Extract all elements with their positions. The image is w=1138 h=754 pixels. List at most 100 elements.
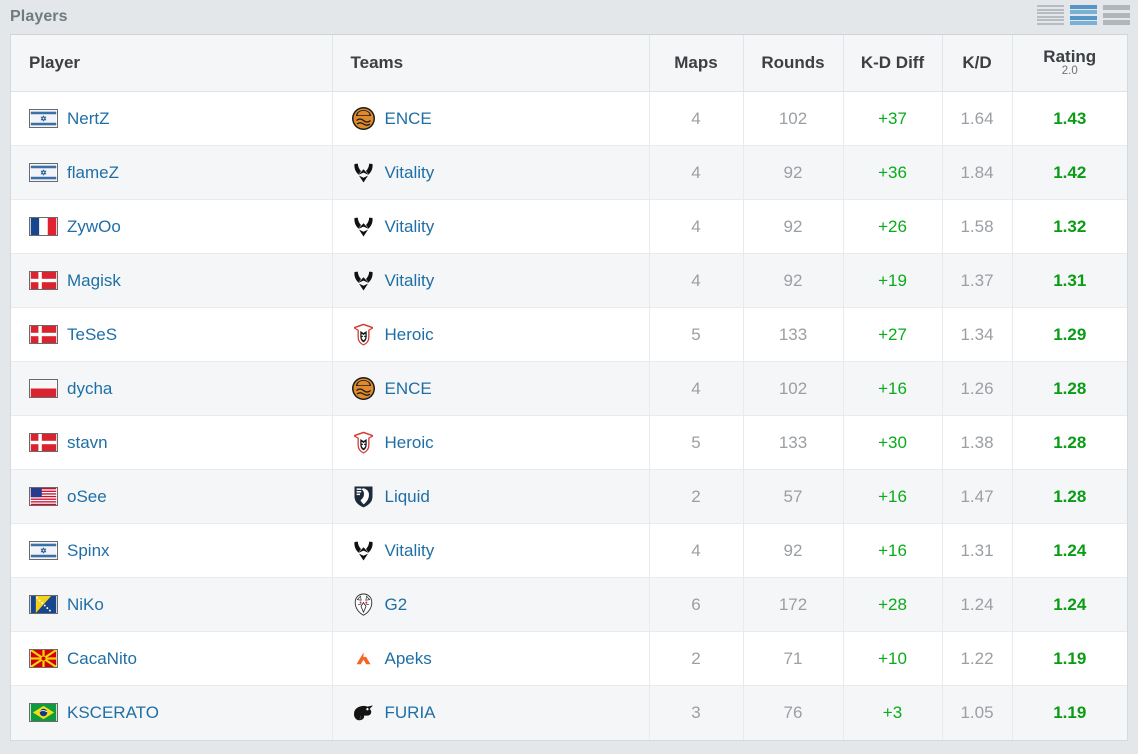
team-link[interactable]: Heroic bbox=[385, 325, 434, 345]
players-section-header: Players bbox=[0, 0, 1138, 34]
team-logo-icon bbox=[351, 268, 376, 293]
cell-rating: 1.42 bbox=[1012, 145, 1127, 200]
team-link[interactable]: Liquid bbox=[385, 487, 430, 507]
cell-kd-diff: +10 bbox=[843, 631, 943, 686]
flag-icon bbox=[29, 325, 58, 344]
cell-player: ZywOo bbox=[11, 199, 333, 254]
cell-player: dycha bbox=[11, 361, 333, 416]
cell-team: G2 bbox=[332, 577, 650, 632]
cell-rating: 1.24 bbox=[1012, 523, 1127, 578]
cell-player: CacaNito bbox=[11, 631, 333, 686]
table-row[interactable]: Spinx Vitality 4 92 +16 1.31 1.24 bbox=[11, 523, 1127, 578]
team-link[interactable]: Apeks bbox=[385, 649, 432, 669]
header-label-rating: Rating bbox=[1043, 46, 1097, 66]
table-row[interactable]: stavn Heroic 5 133 +30 1.38 1.28 bbox=[11, 415, 1127, 470]
table-row[interactable]: NertZ ENCE 4 102 +37 1.64 1.43 bbox=[11, 91, 1127, 146]
table-row[interactable]: NiKo G2 6 172 +28 1.24 1.24 bbox=[11, 577, 1127, 632]
view-toggle-group bbox=[1037, 4, 1130, 26]
table-row[interactable]: oSee Liquid 2 57 +16 1.47 1.28 bbox=[11, 469, 1127, 524]
team-logo-icon bbox=[351, 430, 376, 455]
compact-view-icon[interactable] bbox=[1037, 4, 1064, 26]
team-link[interactable]: Vitality bbox=[385, 541, 435, 561]
team-logo-icon bbox=[351, 322, 376, 347]
column-header-player[interactable]: Player bbox=[11, 35, 333, 92]
cell-player: oSee bbox=[11, 469, 333, 524]
page-title: Players bbox=[10, 8, 68, 25]
cell-rating: 1.28 bbox=[1012, 415, 1127, 470]
cell-kd: 1.38 bbox=[942, 415, 1013, 470]
cell-kd: 1.64 bbox=[942, 91, 1013, 146]
team-link[interactable]: G2 bbox=[385, 595, 408, 615]
column-header-rating[interactable]: Rating 2.0 bbox=[1012, 35, 1127, 92]
player-link[interactable]: flameZ bbox=[67, 163, 119, 183]
column-header-kd[interactable]: K/D bbox=[942, 35, 1013, 92]
flag-icon bbox=[29, 433, 58, 452]
cell-rounds: 76 bbox=[743, 685, 844, 740]
cell-rating: 1.19 bbox=[1053, 702, 1087, 722]
flag-icon bbox=[29, 217, 58, 236]
column-header-kd-diff[interactable]: K-D Diff bbox=[843, 35, 943, 92]
cell-kd: 1.26 bbox=[942, 361, 1013, 416]
team-logo-icon bbox=[351, 646, 376, 671]
team-link[interactable]: ENCE bbox=[385, 109, 432, 129]
cell-maps: 6 bbox=[649, 577, 744, 632]
header-label-kd: K/D bbox=[962, 53, 992, 72]
team-link[interactable]: Heroic bbox=[385, 433, 434, 453]
player-link[interactable]: dycha bbox=[67, 379, 112, 399]
flag-icon bbox=[29, 541, 58, 560]
cell-kd: 1.22 bbox=[942, 631, 1013, 686]
cell-kd-diff: +30 bbox=[843, 415, 943, 470]
cell-maps: 4 bbox=[649, 91, 744, 146]
team-logo-icon bbox=[351, 376, 376, 401]
flag-icon bbox=[29, 703, 58, 723]
cell-kd-diff: +19 bbox=[843, 253, 943, 308]
column-header-rounds[interactable]: Rounds bbox=[743, 35, 844, 92]
column-header-teams[interactable]: Teams bbox=[332, 35, 650, 92]
team-link[interactable]: Vitality bbox=[385, 163, 435, 183]
cell-rating: 1.32 bbox=[1012, 199, 1127, 254]
cell-player: TeSeS bbox=[11, 307, 333, 362]
cell-maps: 4 bbox=[649, 361, 744, 416]
player-link[interactable]: CacaNito bbox=[67, 649, 137, 669]
player-link[interactable]: Magisk bbox=[67, 271, 121, 291]
table-row[interactable]: CacaNito Apeks 2 71 +10 1.22 1.19 bbox=[11, 631, 1127, 686]
cell-rounds: 57 bbox=[743, 469, 844, 524]
normal-view-icon[interactable] bbox=[1070, 4, 1097, 26]
cell-maps: 4 bbox=[649, 145, 744, 200]
column-header-maps[interactable]: Maps bbox=[649, 35, 744, 92]
cell-kd: 1.24 bbox=[942, 577, 1013, 632]
cell-team: Vitality bbox=[332, 253, 650, 308]
player-link[interactable]: oSee bbox=[67, 487, 107, 507]
table-row[interactable]: KSCERATO FURIA 3 76 +3 1.05 1.19 bbox=[11, 685, 1127, 740]
table-row[interactable]: Magisk Vitality 4 92 +19 1.37 1.31 bbox=[11, 253, 1127, 308]
team-link[interactable]: ENCE bbox=[385, 379, 432, 399]
table-body: NertZ ENCE 4 102 +37 1.64 1.43 flameZ Vi… bbox=[11, 91, 1127, 740]
header-label-teams: Teams bbox=[350, 53, 404, 72]
player-link[interactable]: ZywOo bbox=[67, 217, 121, 237]
cell-kd-diff: +16 bbox=[843, 523, 943, 578]
cell-rounds: 92 bbox=[743, 199, 844, 254]
table-row[interactable]: dycha ENCE 4 102 +16 1.26 1.28 bbox=[11, 361, 1127, 416]
team-logo-icon bbox=[351, 214, 376, 239]
team-link[interactable]: FURIA bbox=[385, 703, 436, 723]
player-link[interactable]: NiKo bbox=[67, 595, 104, 615]
cell-kd-diff: +3 bbox=[843, 685, 943, 740]
cell-kd-diff: +27 bbox=[843, 307, 943, 362]
player-link[interactable]: KSCERATO bbox=[67, 703, 159, 723]
table-row[interactable]: flameZ Vitality 4 92 +36 1.84 1.42 bbox=[11, 145, 1127, 200]
large-view-icon[interactable] bbox=[1103, 4, 1130, 26]
cell-kd-diff: +28 bbox=[843, 577, 943, 632]
team-logo-icon bbox=[351, 484, 376, 509]
team-link[interactable]: Vitality bbox=[385, 271, 435, 291]
player-link[interactable]: TeSeS bbox=[67, 325, 117, 345]
table-row[interactable]: TeSeS Heroic 5 133 +27 1.34 1.29 bbox=[11, 307, 1127, 362]
team-link[interactable]: Vitality bbox=[385, 217, 435, 237]
player-link[interactable]: stavn bbox=[67, 433, 108, 453]
table-row[interactable]: ZywOo Vitality 4 92 +26 1.58 1.32 bbox=[11, 199, 1127, 254]
team-logo-icon bbox=[351, 160, 376, 185]
header-label-maps: Maps bbox=[674, 53, 718, 72]
player-link[interactable]: NertZ bbox=[67, 109, 110, 129]
cell-rating: 1.28 bbox=[1012, 469, 1127, 524]
cell-team: Vitality bbox=[332, 523, 650, 578]
player-link[interactable]: Spinx bbox=[67, 541, 110, 561]
